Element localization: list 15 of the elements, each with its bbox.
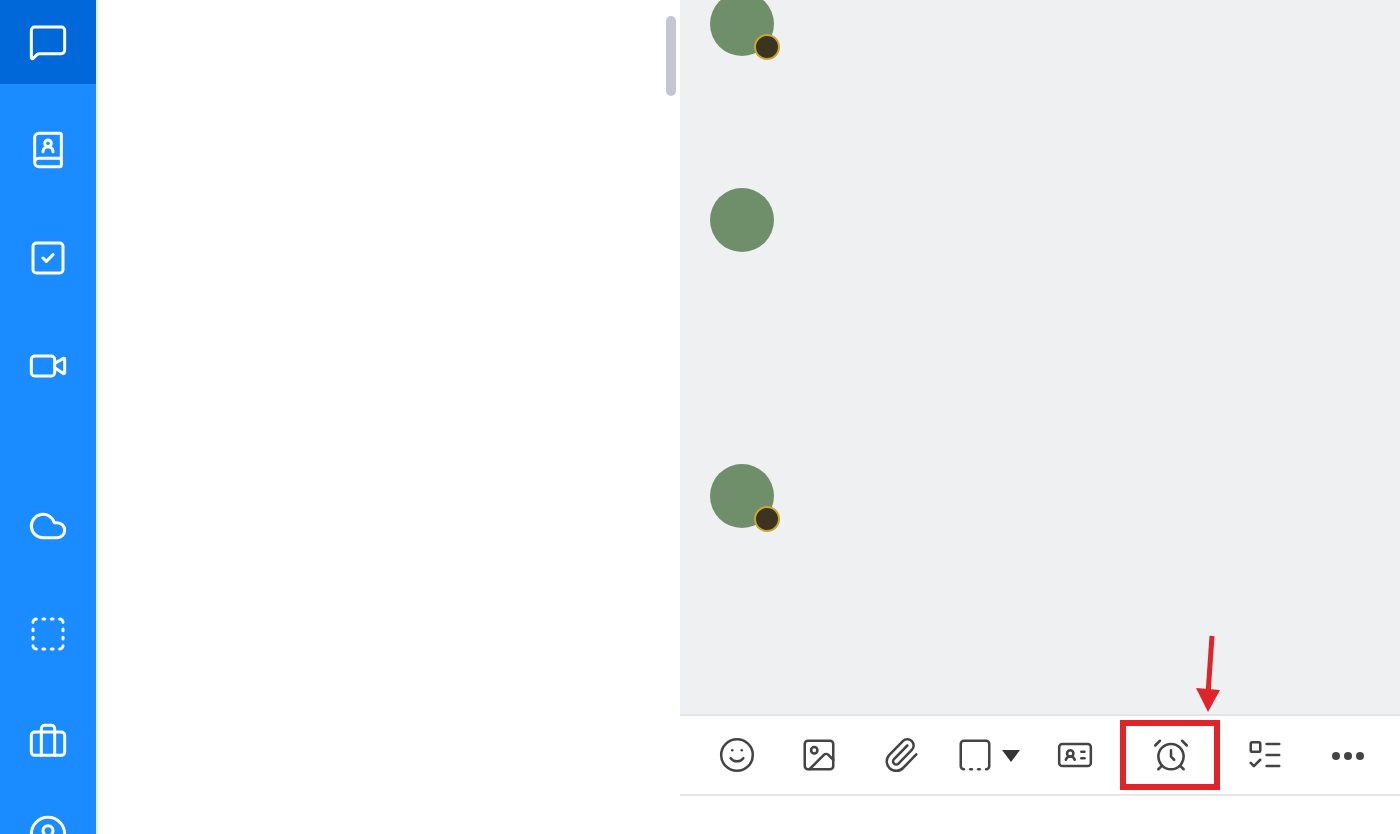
contact-book-icon — [28, 130, 68, 170]
scrollbar-thumb[interactable] — [665, 16, 675, 96]
pointer-arrow — [1194, 634, 1222, 714]
dashed-square-icon — [28, 614, 68, 654]
alarm-clock-icon — [1151, 736, 1189, 774]
paperclip-icon — [882, 736, 920, 774]
chat-icon — [28, 22, 68, 62]
caret-icon — [1002, 749, 1020, 761]
image-icon — [800, 736, 838, 774]
dashed-square-icon — [956, 736, 994, 774]
sidebar-item[interactable] — [0, 0, 96, 84]
briefcase-icon — [28, 722, 68, 762]
smiley-icon — [718, 736, 756, 774]
checkbox-icon — [28, 238, 68, 278]
more-icon — [1331, 751, 1363, 759]
